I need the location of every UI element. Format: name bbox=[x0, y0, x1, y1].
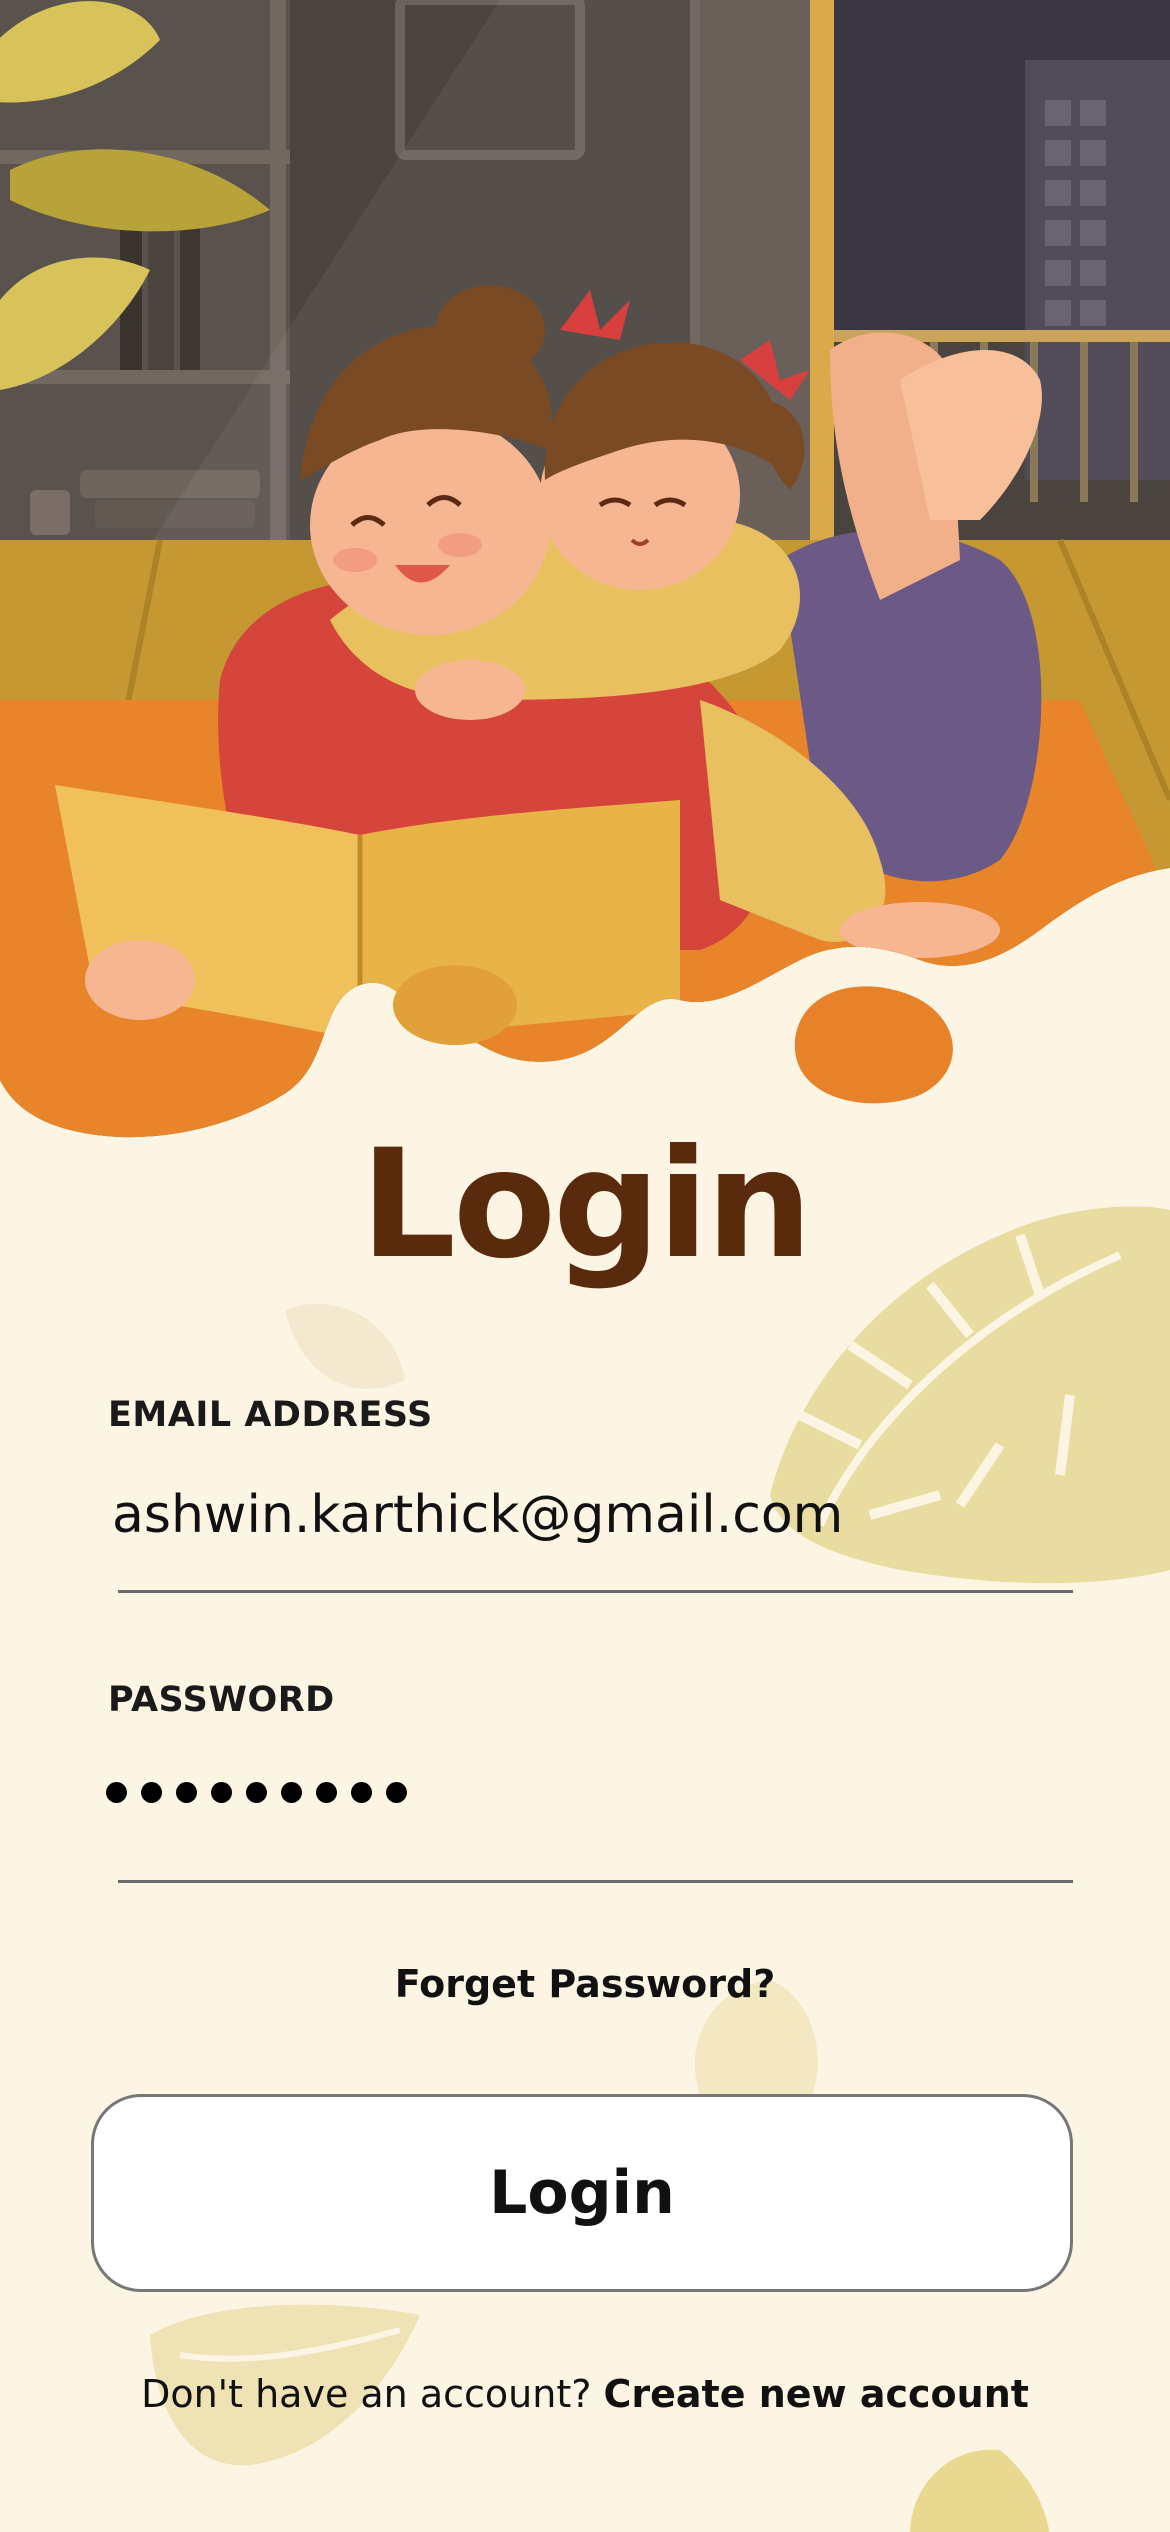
forgot-password-link[interactable]: Forget Password? bbox=[0, 1962, 1170, 2006]
leaf-decoration-icon bbox=[285, 1303, 405, 1389]
leaf-decoration-icon bbox=[910, 2449, 1050, 2532]
email-label: EMAIL ADDRESS bbox=[108, 1395, 433, 1435]
password-mask-dot bbox=[211, 1782, 232, 1803]
signup-row: Don't have an account? Create new accoun… bbox=[0, 2372, 1170, 2416]
hero-illustration bbox=[0, 0, 1170, 1138]
page-title: Login bbox=[360, 1118, 812, 1292]
password-mask-dot bbox=[281, 1782, 302, 1803]
password-mask-dot bbox=[176, 1782, 197, 1803]
password-mask-dot bbox=[141, 1782, 162, 1803]
password-mask-dot bbox=[316, 1782, 337, 1803]
login-screen: Login EMAIL ADDRESS PASSWORD Forget Pass… bbox=[0, 0, 1170, 2532]
password-mask-dot bbox=[106, 1782, 127, 1803]
email-field[interactable] bbox=[112, 1470, 1072, 1560]
password-mask-dot bbox=[246, 1782, 267, 1803]
signup-prompt: Don't have an account? bbox=[141, 2372, 604, 2416]
password-mask-dot bbox=[351, 1782, 372, 1803]
password-field[interactable] bbox=[106, 1782, 407, 1803]
password-mask-dot bbox=[386, 1782, 407, 1803]
create-account-link[interactable]: Create new account bbox=[603, 2372, 1028, 2416]
email-underline bbox=[118, 1590, 1073, 1593]
login-button[interactable]: Login bbox=[91, 2094, 1073, 2292]
password-label: PASSWORD bbox=[108, 1680, 335, 1720]
password-underline bbox=[118, 1880, 1073, 1883]
